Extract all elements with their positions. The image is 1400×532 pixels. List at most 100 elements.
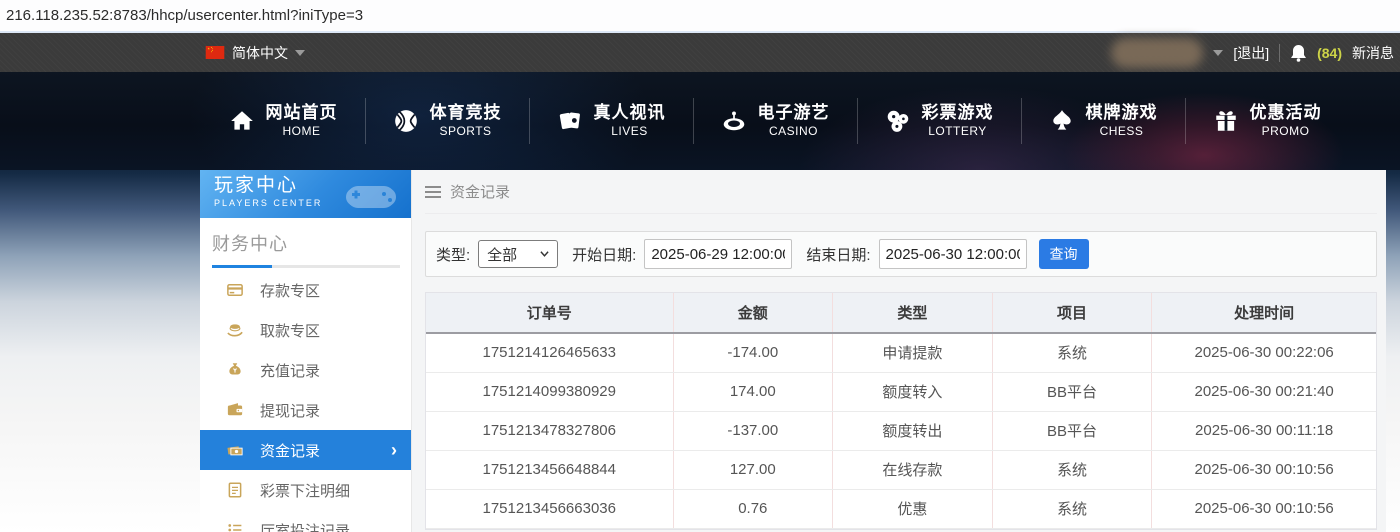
breadcrumb: 资金记录	[425, 170, 1377, 214]
sidebar-item-资金记录[interactable]: 资金记录 ›	[200, 430, 411, 470]
table-cell: 2025-06-30 00:11:18	[1151, 411, 1376, 451]
message-count: (84)	[1317, 44, 1342, 61]
sidebar-item-label: 资金记录	[260, 442, 321, 460]
table-cell: -137.00	[672, 411, 833, 451]
chess-icon	[1052, 110, 1071, 130]
divider	[1279, 43, 1281, 62]
table-cell: 1751213456648844	[426, 450, 673, 490]
end-date-input[interactable]	[878, 239, 1027, 269]
section-underline	[212, 265, 400, 268]
table-cell: 174.00	[672, 372, 833, 412]
column-header: 项目	[991, 293, 1152, 334]
chevron-down-icon	[295, 49, 305, 56]
sidebar-item-label: 厅室投注记录	[260, 522, 351, 532]
table-cell: 2025-06-30 00:21:40	[1151, 372, 1376, 412]
table-cell: 127.00	[672, 450, 833, 490]
sidebar-item-取款专区[interactable]: 取款专区	[200, 310, 411, 350]
main-panel: 资金记录 类型: 全部 开始日期: 结束日期: 查询	[412, 170, 1386, 532]
bell-icon[interactable]	[1290, 44, 1307, 62]
page-body: 网站首页 HOME 体育竞技 SPORTS 真人视讯 LIVES 电子游艺 CASINO 彩票游…	[0, 72, 1400, 532]
table-cell: BB平台	[991, 411, 1152, 451]
sidebar-item-提现记录[interactable]: 提现记录	[200, 390, 411, 430]
recharge-bag-icon	[229, 363, 241, 375]
table-cell: 2025-06-30 00:22:06	[1151, 333, 1376, 373]
sidebar-item-充值记录[interactable]: 充值记录	[200, 350, 411, 390]
nav-item-chess[interactable]: 棋牌游戏 CHESS	[1022, 103, 1185, 138]
nav-item-lives[interactable]: 真人视讯 LIVES	[530, 103, 693, 138]
table-cell: 1751213456663036	[426, 489, 673, 529]
sidebar-header: 玩家中心 PLAYERS CENTER	[200, 170, 411, 218]
table-cell: 在线存款	[832, 450, 993, 490]
deposit-card-icon	[227, 284, 243, 296]
lottery-detail-icon	[228, 482, 242, 498]
breadcrumb-title: 资金记录	[450, 184, 511, 201]
table-cell: 0.76	[672, 489, 833, 529]
casino-icon	[723, 111, 744, 131]
nav-title: 电子游艺	[757, 103, 830, 123]
type-select[interactable]: 全部	[478, 240, 559, 268]
table-cell: 优惠	[832, 489, 993, 529]
table-cell: 申请提款	[832, 333, 993, 373]
sidebar-item-存款专区[interactable]: 存款专区	[200, 270, 411, 310]
browser-url-bar[interactable]: 216.118.235.52:8783/hhcp/usercenter.html…	[0, 0, 1400, 33]
type-select-value: 全部	[487, 246, 518, 264]
column-header: 金额	[672, 293, 833, 334]
lives-icon	[559, 112, 580, 130]
sidebar-item-厅室投注记录[interactable]: 厅室投注记录	[200, 510, 411, 532]
nav-subtitle: HOME	[282, 123, 321, 138]
table-cell: 2025-06-30 00:10:56	[1151, 489, 1376, 529]
logout-link[interactable]: [退出]	[1233, 43, 1269, 63]
withdraw-record-icon	[227, 403, 243, 416]
nav-title: 真人视讯	[593, 103, 666, 123]
sidebar-item-label: 存款专区	[260, 282, 321, 300]
table-cell: BB平台	[991, 372, 1152, 412]
new-messages-link[interactable]: 新消息	[1352, 43, 1394, 63]
table-cell: 1751213478327806	[426, 411, 673, 451]
language-selector[interactable]: 简体中文	[205, 43, 305, 63]
column-header: 订单号	[426, 293, 673, 334]
chevron-down-icon[interactable]	[1213, 49, 1224, 56]
nav-subtitle: CHESS	[1099, 123, 1144, 138]
sidebar-item-彩票下注明细[interactable]: 彩票下注明细	[200, 470, 411, 510]
type-label: 类型:	[436, 246, 471, 264]
china-flag-icon	[205, 46, 225, 59]
table-cell: 额度转出	[832, 411, 993, 451]
username-blurred	[1111, 37, 1204, 68]
chevron-right-icon: ›	[391, 439, 397, 460]
funds-record-table: 订单号 金额 类型 项目 处理时间 1751214126465633 -174.00 申请提…	[425, 292, 1377, 530]
nav-item-home[interactable]: 网站首页 HOME	[202, 103, 365, 138]
table-cell: 1751214126465633	[426, 333, 673, 373]
end-date-label: 结束日期:	[806, 246, 871, 264]
filter-panel: 类型: 全部 开始日期: 结束日期: 查询	[425, 231, 1377, 277]
table-row: 1751213478327806 -137.00 额度转出 BB平台 2025-06-3…	[426, 411, 1376, 451]
gamepad-icon	[346, 186, 396, 208]
nav-item-lottery[interactable]: 彩票游戏 LOTTERY	[858, 103, 1021, 138]
nav-title: 优惠活动	[1249, 103, 1322, 123]
nav-title: 网站首页	[265, 103, 338, 123]
section-title: 财务中心	[212, 234, 288, 254]
withdraw-hand-icon	[227, 324, 243, 337]
table-row: 1751214126465633 -174.00 申请提款 系统 2025-06-30 …	[426, 333, 1376, 373]
main-navigation: 网站首页 HOME 体育竞技 SPORTS 真人视讯 LIVES 电子游艺 CASINO 彩票游…	[0, 72, 1400, 170]
sidebar-item-label: 充值记录	[260, 362, 321, 380]
home-icon	[230, 111, 253, 130]
sidebar-item-label: 提现记录	[260, 402, 321, 420]
nav-subtitle: SPORTS	[439, 123, 492, 138]
nav-subtitle: LIVES	[611, 123, 648, 138]
nav-title: 棋牌游戏	[1085, 103, 1158, 123]
query-button[interactable]: 查询	[1038, 239, 1089, 269]
nav-item-promo[interactable]: 优惠活动 PROMO	[1186, 103, 1349, 138]
content-row: 玩家中心 PLAYERS CENTER 财务中心 存款专区取款专区充值记录提现记…	[200, 170, 1400, 532]
sidebar-item-label: 彩票下注明细	[260, 482, 351, 500]
funds-record-icon	[227, 446, 243, 456]
lottery-icon	[887, 110, 908, 132]
table-row: 1751214099380929 174.00 额度转入 BB平台 2025-06-30…	[426, 372, 1376, 412]
table-cell: 2025-06-30 00:10:56	[1151, 450, 1376, 490]
table-cell: -174.00	[672, 333, 833, 373]
room-bet-icon	[228, 524, 242, 532]
nav-item-sports[interactable]: 体育竞技 SPORTS	[366, 103, 529, 138]
table-cell: 系统	[991, 450, 1152, 490]
nav-item-casino[interactable]: 电子游艺 CASINO	[694, 103, 857, 138]
column-header: 类型	[832, 293, 993, 334]
start-date-input[interactable]	[644, 239, 793, 269]
